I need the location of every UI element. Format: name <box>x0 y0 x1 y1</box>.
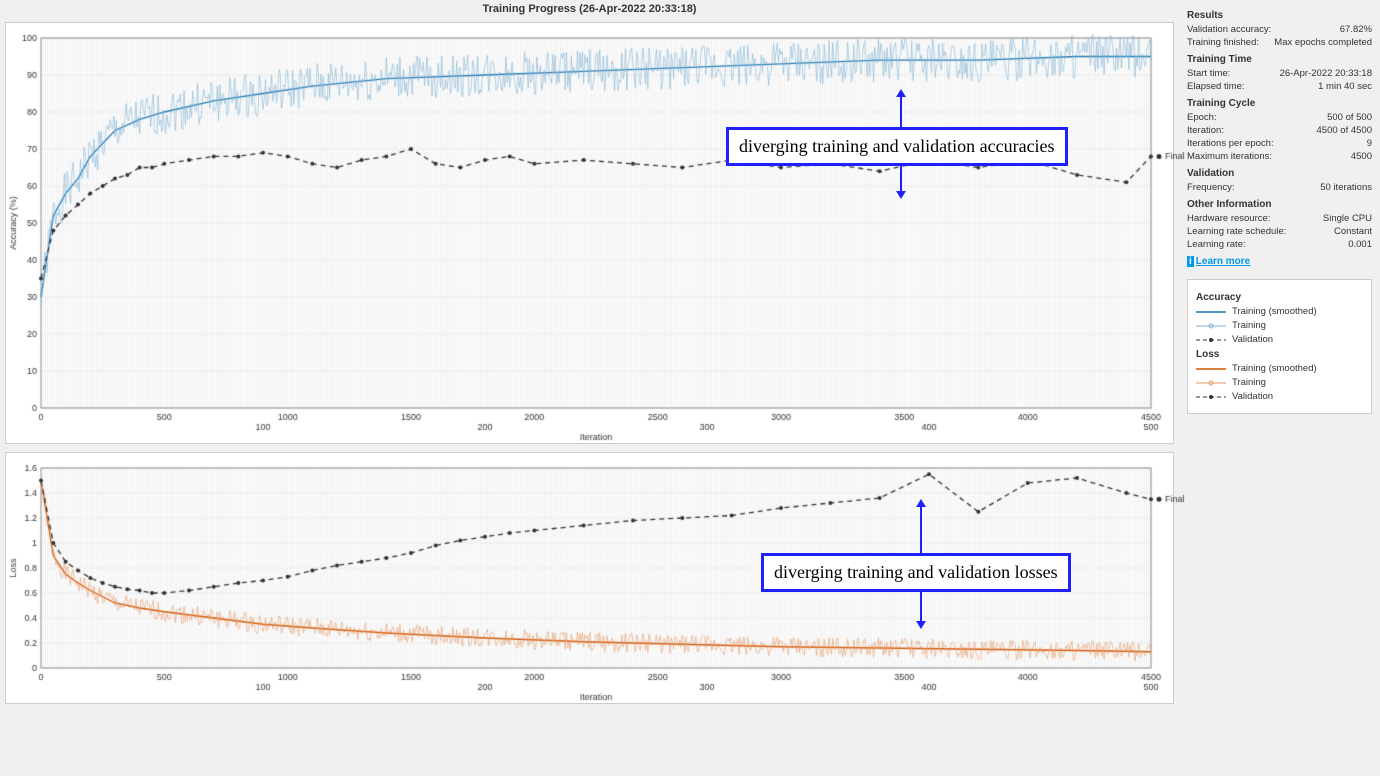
row-freq: Frequency:50 iterations <box>1187 182 1372 193</box>
loss-chart: diverging training and validation losses <box>5 452 1174 704</box>
legend: Accuracy Training (smoothed) Training Va… <box>1187 279 1372 414</box>
legend-line-icon <box>1196 365 1226 373</box>
row-ipe: Iterations per epoch:9 <box>1187 138 1372 149</box>
annotation-loss: diverging training and validation losses <box>761 553 1071 592</box>
legend-line-icon <box>1196 322 1226 330</box>
heading-results: Results <box>1187 10 1372 21</box>
legend-item: Training (smoothed) <box>1196 363 1363 374</box>
legend-loss-h: Loss <box>1196 349 1363 360</box>
info-icon: i <box>1187 256 1194 267</box>
arrow-up-icon <box>886 89 916 129</box>
heading-other: Other Information <box>1187 199 1372 210</box>
row-maxiter: Maximum iterations:4500 <box>1187 151 1372 162</box>
row-lr: Learning rate:0.001 <box>1187 239 1372 250</box>
accuracy-chart: diverging training and validation accura… <box>5 22 1174 444</box>
row-train-finished: Training finished:Max epochs completed <box>1187 37 1372 48</box>
row-epoch: Epoch:500 of 500 <box>1187 112 1372 123</box>
legend-line-icon <box>1196 336 1226 344</box>
legend-line-icon <box>1196 308 1226 316</box>
arrow-up-icon <box>906 499 936 555</box>
heading-cycle: Training Cycle <box>1187 98 1372 109</box>
legend-line-icon <box>1196 379 1226 387</box>
row-iter: Iteration:4500 of 4500 <box>1187 125 1372 136</box>
legend-line-icon <box>1196 393 1226 401</box>
annotation-accuracy: diverging training and validation accura… <box>726 127 1068 166</box>
legend-item: Training <box>1196 320 1363 331</box>
row-elapsed: Elapsed time:1 min 40 sec <box>1187 81 1372 92</box>
legend-acc-h: Accuracy <box>1196 292 1363 303</box>
row-lrs: Learning rate schedule:Constant <box>1187 226 1372 237</box>
legend-item: Training <box>1196 377 1363 388</box>
row-val-acc: Validation accuracy:67.82% <box>1187 24 1372 35</box>
row-hw: Hardware resource:Single CPU <box>1187 213 1372 224</box>
legend-item: Validation <box>1196 334 1363 345</box>
legend-item: Training (smoothed) <box>1196 306 1363 317</box>
learn-more-link[interactable]: iLearn more <box>1187 256 1372 267</box>
row-start: Start time:26-Apr-2022 20:33:18 <box>1187 68 1372 79</box>
page-title: Training Progress (26-Apr-2022 20:33:18) <box>5 0 1174 18</box>
sidebar: Results Validation accuracy:67.82% Train… <box>1179 0 1380 776</box>
app: Training Progress (26-Apr-2022 20:33:18)… <box>0 0 1380 776</box>
heading-time: Training Time <box>1187 54 1372 65</box>
heading-validation: Validation <box>1187 168 1372 179</box>
charts-panel: Training Progress (26-Apr-2022 20:33:18)… <box>0 0 1179 776</box>
legend-item: Validation <box>1196 391 1363 402</box>
